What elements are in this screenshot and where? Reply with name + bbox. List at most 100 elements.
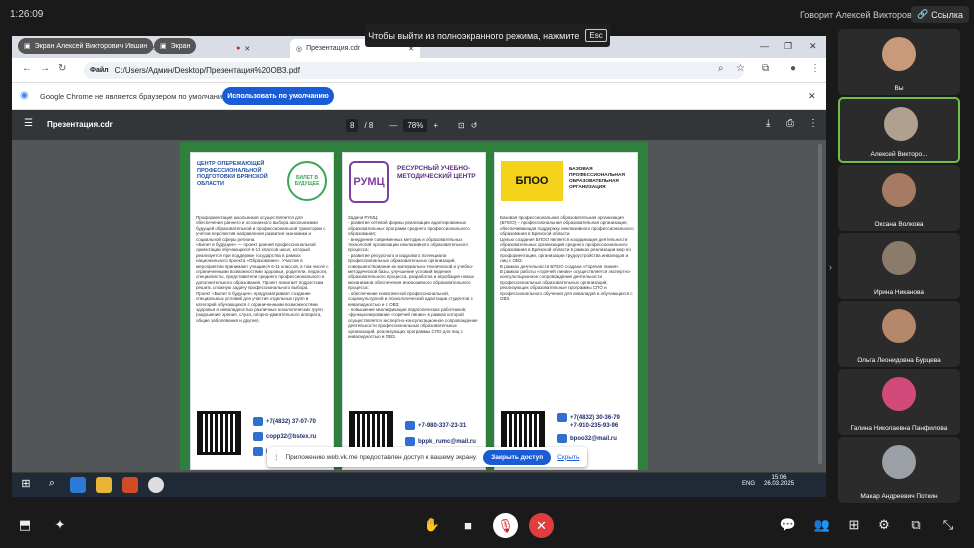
- mail-icon: [557, 434, 567, 443]
- bpoo-email: bpoo32@mail.ru: [557, 434, 617, 443]
- settings-gear-icon[interactable]: ⚙: [874, 515, 894, 535]
- bpoo-logo-text: БАЗОВАЯ ПРОФЕССИОНАЛЬНАЯ ОБРАЗОВАТЕЛЬНАЯ…: [569, 167, 625, 190]
- link-icon: 🔗: [916, 9, 929, 19]
- minimize-icon[interactable]: —: [760, 41, 769, 51]
- participant-video: [882, 309, 916, 343]
- language-indicator[interactable]: ENG: [742, 481, 755, 487]
- windows-start-icon[interactable]: ⊞: [18, 477, 34, 493]
- zoom-icon[interactable]: ⌕: [718, 63, 724, 74]
- hide-link[interactable]: Скрыть: [557, 454, 579, 461]
- fullscreen-tip: Чтобы выйти из полноэкранного режима, на…: [365, 24, 610, 47]
- clock-date: 26.03.2025: [764, 481, 795, 487]
- rumc-email-text: bppk_rumc@mail.ru: [418, 439, 476, 446]
- reload-icon[interactable]: ↻: [58, 63, 66, 74]
- participant-name: Вы: [894, 85, 904, 92]
- stop-sharing-button[interactable]: Закрыть доступ: [483, 449, 552, 465]
- participant-avatar: [882, 377, 916, 411]
- bpoo-phone2: +7-910-235-93-96: [570, 423, 619, 429]
- bpoo-mark: БПОО: [501, 161, 563, 201]
- rotate-icon[interactable]: ↺: [471, 121, 478, 130]
- zoom-out-icon[interactable]: —: [389, 121, 397, 130]
- more-icon[interactable]: ⋮: [808, 118, 818, 129]
- system-clock[interactable]: 15:06 26.03.2025: [764, 475, 794, 487]
- rumc-mark: РУМЦ: [349, 161, 389, 203]
- participant-name: Ольга Леонидовна Бурцева: [857, 357, 941, 364]
- rumc-phone: +7-980-337-23-31: [405, 421, 466, 430]
- bpoo-email-text: bpoo32@mail.ru: [570, 436, 617, 443]
- mail-icon: [253, 432, 263, 441]
- maximize-icon[interactable]: ❐: [784, 41, 792, 52]
- url-field[interactable]: Файл C:/Users/Админ/Desktop/Презентация%…: [84, 62, 744, 79]
- infobar-close-icon[interactable]: ✕: [808, 91, 816, 102]
- participants-icon[interactable]: 👥: [812, 515, 832, 535]
- raise-hand-icon[interactable]: ✋: [422, 515, 442, 535]
- participant-tile[interactable]: Вы: [838, 29, 960, 95]
- screen-share-pill[interactable]: ▣ Экран Алексей Викторович Ившин: [18, 38, 154, 54]
- drag-handle-icon[interactable]: ⋮: [273, 453, 280, 461]
- participant-tile[interactable]: Оксана Волкова: [838, 165, 960, 231]
- bookmark-star-icon[interactable]: ☆: [736, 63, 745, 74]
- pip-icon[interactable]: ⧉: [906, 515, 926, 535]
- qr-code: [197, 411, 241, 455]
- page-controls: 8 / 8 — 78% + ⊡ ↺: [346, 119, 477, 132]
- tab-close-icon[interactable]: ✕: [244, 45, 250, 53]
- search-icon[interactable]: ⌕: [44, 477, 60, 493]
- page-number-input[interactable]: 8: [346, 119, 359, 132]
- pdf-viewport[interactable]: ЦЕНТР ОПЕРЕЖАЮЩЕЙ ПРОФЕССИОНАЛЬНОЙ ПОДГО…: [12, 140, 826, 472]
- copp-phone: +7(4832) 37-07-70: [253, 417, 316, 426]
- chevron-right-icon[interactable]: ›: [829, 262, 832, 272]
- edge-icon[interactable]: [70, 477, 86, 493]
- grid-layout-icon[interactable]: ⊞: [844, 515, 864, 535]
- participant-tile[interactable]: Ольга Леонидовна Бурцева: [838, 301, 960, 367]
- exit-fullscreen-icon[interactable]: ⤡: [938, 515, 958, 535]
- esc-key: Esc: [585, 29, 607, 42]
- print-icon[interactable]: ⎙: [786, 118, 794, 129]
- participant-tile[interactable]: Ирина Никанова: [838, 233, 960, 299]
- fit-page-icon[interactable]: ⊡: [458, 121, 465, 130]
- mic-muted-icon[interactable]: 🎙: [493, 513, 518, 538]
- rumc-logo-text: РЕСУРСНЫЙ УЧЕБНО-МЕТОДИЧЕСКИЙ ЦЕНТР: [397, 165, 476, 180]
- participant-name: Галина Николаевна Панфилова: [850, 425, 948, 432]
- profile-icon[interactable]: ●: [790, 63, 796, 74]
- hangup-icon[interactable]: ✕: [529, 513, 554, 538]
- default-browser-infobar: ◉ Google Chrome не является браузером по…: [12, 83, 826, 110]
- rumc-card: РУМЦ РЕСУРСНЫЙ УЧЕБНО-МЕТОДИЧЕСКИЙ ЦЕНТР…: [342, 152, 486, 470]
- copp-logo: ЦЕНТР ОПЕРЕЖАЮЩЕЙ ПРОФЕССИОНАЛЬНОЙ ПОДГО…: [197, 159, 329, 209]
- zoom-input[interactable]: 78%: [403, 119, 428, 132]
- call-timer: 1:26:09: [10, 9, 44, 20]
- download-icon[interactable]: ⤓: [766, 118, 770, 129]
- copy-link-button[interactable]: 🔗 Ссылка: [911, 6, 969, 23]
- copp-logo-text: ЦЕНТР ОПЕРЕЖАЮЩЕЙ ПРОФЕССИОНАЛЬНОЙ ПОДГО…: [197, 161, 268, 187]
- hamburger-icon[interactable]: ☰: [24, 118, 33, 129]
- extensions-icon[interactable]: ⧉: [762, 63, 769, 74]
- address-bar-row: ← → ↻ Файл C:/Users/Админ/Desktop/Презен…: [12, 58, 826, 83]
- share-screen-icon[interactable]: ⬒: [15, 515, 35, 535]
- powerpoint-icon[interactable]: [122, 477, 138, 493]
- pdf-scrollbar[interactable]: [818, 144, 822, 464]
- chat-icon[interactable]: 💬: [778, 515, 798, 535]
- bpoo-description: Базовая профессиональная образовательная…: [500, 215, 634, 302]
- rumc-email: bppk_rumc@mail.ru: [405, 437, 476, 446]
- folder-icon[interactable]: [96, 477, 112, 493]
- back-icon[interactable]: ←: [22, 63, 32, 74]
- window-close-icon[interactable]: ✕: [809, 41, 817, 52]
- copp-card: ЦЕНТР ОПЕРЕЖАЮЩЕЙ ПРОФЕССИОНАЛЬНОЙ ПОДГО…: [190, 152, 334, 470]
- set-default-button[interactable]: Использовать по умолчанию: [222, 87, 334, 105]
- zoom-in-icon[interactable]: +: [433, 121, 438, 130]
- mail-icon: [405, 437, 415, 446]
- slide-page: ЦЕНТР ОПЕРЕЖАЮЩЕЙ ПРОФЕССИОНАЛЬНОЙ ПОДГО…: [180, 142, 648, 470]
- effects-icon[interactable]: ✦: [50, 515, 70, 535]
- camera-icon[interactable]: ■: [458, 515, 478, 535]
- screen-icon: ▣: [24, 43, 31, 50]
- menu-dots-icon[interactable]: ⋮: [810, 63, 820, 74]
- screen-share-pill-2[interactable]: ▣ Экран: [154, 38, 197, 54]
- screen-access-bar: ⋮ Приложению web.vk.me предоставлен дост…: [267, 447, 587, 467]
- chrome-taskbar-icon[interactable]: [148, 477, 164, 493]
- phone-icon: [253, 417, 263, 426]
- participant-avatar: [882, 445, 916, 479]
- participant-tile[interactable]: Макар Андреевич Поткин: [838, 437, 960, 503]
- participant-tile[interactable]: Галина Николаевна Панфилова: [838, 369, 960, 435]
- copp-phone-text: +7(4832) 37-07-70: [266, 419, 316, 426]
- forward-icon[interactable]: →: [40, 63, 50, 74]
- participant-tile-active[interactable]: Алексей Викторо...: [838, 97, 960, 163]
